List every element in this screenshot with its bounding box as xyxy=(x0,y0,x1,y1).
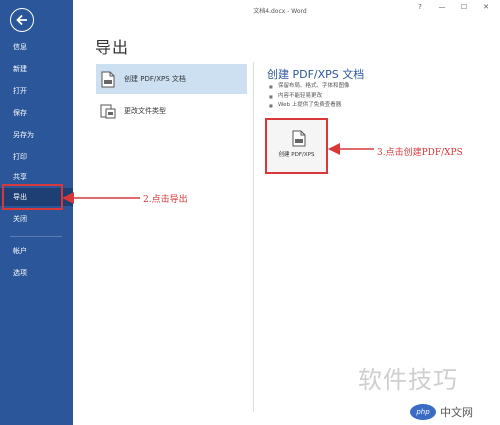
sidebar-divider xyxy=(10,236,62,237)
option-create-pdf-xps-label: 创建 PDF/XPS 文档 xyxy=(124,75,186,83)
sidebar-item-new[interactable]: 新建 xyxy=(0,60,73,78)
create-pdf-xps-button[interactable]: 创建 PDF/XPS xyxy=(265,118,328,174)
sidebar-item-print[interactable]: 打印 xyxy=(0,148,73,166)
minimize-button[interactable]: — xyxy=(436,3,448,11)
sidebar-item-options[interactable]: 选项 xyxy=(0,264,73,282)
maximize-button[interactable]: ☐ xyxy=(458,3,470,11)
watermark-logo: php 中文网 xyxy=(410,404,473,420)
sidebar-item-open[interactable]: 打开 xyxy=(0,82,73,100)
watermark-badge: php xyxy=(410,404,436,420)
watermark-text: 软件技巧 xyxy=(358,366,458,394)
bullet-item: Web 上提供了免费查看器 xyxy=(269,101,350,111)
pane-divider xyxy=(253,62,254,412)
option-change-file-type[interactable]: 更改文件类型 xyxy=(96,96,247,126)
annotation-arrow-export xyxy=(62,192,140,204)
export-highlight-box xyxy=(2,184,63,210)
arrow-left-icon xyxy=(16,14,27,26)
file-type-icon xyxy=(100,102,116,120)
sidebar-item-close[interactable]: 关闭 xyxy=(0,210,73,228)
backstage-sidebar: 信息 新建 打开 保存 另存为 打印 共享 导出 关闭 帐户 选项 xyxy=(0,0,73,425)
sidebar-item-info[interactable]: 信息 xyxy=(0,38,73,56)
sidebar-item-account[interactable]: 帐户 xyxy=(0,242,73,260)
pdf-document-icon xyxy=(292,130,306,147)
annotation-step-2: 2.点击导出 xyxy=(143,195,188,205)
option-change-file-type-label: 更改文件类型 xyxy=(124,107,166,115)
annotation-arrow-create xyxy=(328,143,374,155)
bullet-item: 保留布局、格式、字体和图像 xyxy=(269,82,350,92)
help-button[interactable]: ? xyxy=(414,3,426,11)
watermark-label: 中文网 xyxy=(440,406,473,419)
pdf-document-icon xyxy=(100,70,116,88)
close-button[interactable]: ✕ xyxy=(480,3,492,11)
create-pdf-xps-button-label: 创建 PDF/XPS xyxy=(278,152,315,158)
page-title: 导出 xyxy=(95,38,130,57)
option-create-pdf-xps[interactable]: 创建 PDF/XPS 文档 xyxy=(96,64,247,94)
window-controls: ? — ☐ ✕ xyxy=(414,3,492,11)
detail-title: 创建 PDF/XPS 文档 xyxy=(267,68,365,81)
window-title: 文档4.docx - Word xyxy=(253,8,307,15)
annotation-step-3: 3.点击创建PDF/XPS xyxy=(377,148,463,158)
sidebar-item-save-as[interactable]: 另存为 xyxy=(0,126,73,144)
bullet-item: 内容不能轻易更改 xyxy=(269,92,350,102)
sidebar-item-save[interactable]: 保存 xyxy=(0,104,73,122)
back-button[interactable] xyxy=(10,8,34,32)
detail-bullets: 保留布局、格式、字体和图像 内容不能轻易更改 Web 上提供了免费查看器 xyxy=(269,82,350,111)
